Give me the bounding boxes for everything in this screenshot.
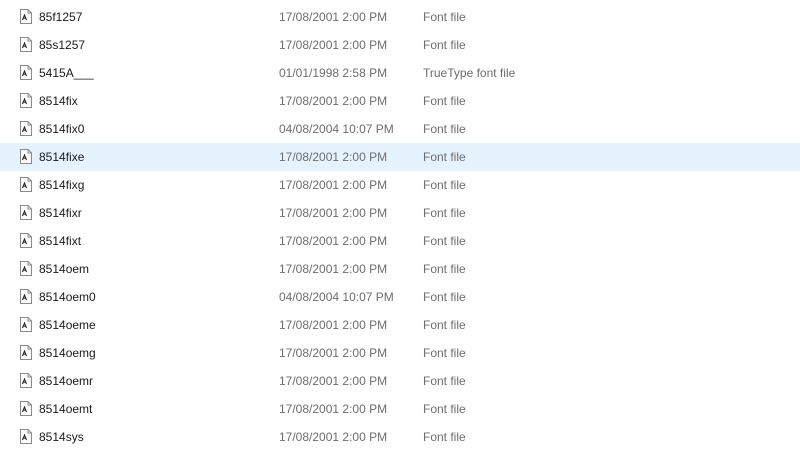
file-name: 8514fix: [39, 94, 78, 108]
font-file-icon: [19, 65, 33, 80]
file-name: 8514fixt: [39, 234, 82, 248]
file-type: Font file: [423, 10, 466, 24]
font-file-icon: [19, 345, 33, 360]
file-name: 85f1257: [39, 10, 83, 24]
file-type: Font file: [423, 150, 466, 164]
file-row[interactable]: 8514fixt 17/08/2001 2:00 PM Font file: [0, 227, 800, 255]
file-date-modified: 17/08/2001 2:00 PM: [279, 10, 388, 24]
font-file-icon: [19, 233, 33, 248]
file-row[interactable]: 8514oemg 17/08/2001 2:00 PM Font file: [0, 339, 800, 367]
file-row[interactable]: 8514fixr 17/08/2001 2:00 PM Font file: [0, 199, 800, 227]
font-file-icon: [19, 205, 33, 220]
file-date-modified: 17/08/2001 2:00 PM: [279, 374, 388, 388]
file-row[interactable]: 8514fix 17/08/2001 2:00 PM Font file: [0, 87, 800, 115]
file-type: Font file: [423, 290, 466, 304]
file-date-modified: 17/08/2001 2:00 PM: [279, 94, 388, 108]
file-type: Font file: [423, 374, 466, 388]
file-name: 8514sys: [39, 430, 84, 444]
file-name: 8514oemr: [39, 374, 94, 388]
font-file-icon: [19, 401, 33, 416]
file-type: Font file: [423, 122, 466, 136]
file-type: Font file: [423, 178, 466, 192]
file-name: 5415A___: [39, 66, 94, 80]
file-date-modified: 17/08/2001 2:00 PM: [279, 178, 388, 192]
file-row[interactable]: 85s1257 17/08/2001 2:00 PM Font file: [0, 31, 800, 59]
file-row[interactable]: 8514oeme 17/08/2001 2:00 PM Font file: [0, 311, 800, 339]
file-row[interactable]: 8514fix0 04/08/2004 10:07 PM Font file: [0, 115, 800, 143]
font-file-icon: [19, 37, 33, 52]
file-row[interactable]: 8514oemr 17/08/2001 2:00 PM Font file: [0, 367, 800, 395]
file-date-modified: 17/08/2001 2:00 PM: [279, 38, 388, 52]
file-row[interactable]: 8514sys 17/08/2001 2:00 PM Font file: [0, 423, 800, 451]
file-type: Font file: [423, 206, 466, 220]
font-file-icon: [19, 177, 33, 192]
file-name: 8514oem: [39, 262, 90, 276]
file-name: 8514oem0: [39, 290, 96, 304]
file-date-modified: 04/08/2004 10:07 PM: [279, 290, 394, 304]
file-name: 8514fixg: [39, 178, 85, 192]
file-name: 85s1257: [39, 38, 86, 52]
file-date-modified: 17/08/2001 2:00 PM: [279, 318, 388, 332]
font-file-icon: [19, 9, 33, 24]
font-file-icon: [19, 261, 33, 276]
file-date-modified: 04/08/2004 10:07 PM: [279, 122, 394, 136]
file-name: 8514oemg: [39, 346, 96, 360]
file-date-modified: 17/08/2001 2:00 PM: [279, 234, 388, 248]
file-date-modified: 17/08/2001 2:00 PM: [279, 206, 388, 220]
font-file-icon: [19, 429, 33, 444]
file-type: Font file: [423, 94, 466, 108]
font-file-icon: [19, 121, 33, 136]
file-type: TrueType font file: [423, 66, 516, 80]
font-file-icon: [19, 289, 33, 304]
file-name: 8514fix0: [39, 122, 85, 136]
file-type: Font file: [423, 318, 466, 332]
file-name: 8514fixr: [39, 206, 82, 220]
file-type: Font file: [423, 234, 466, 248]
file-list: 85f1257 17/08/2001 2:00 PM Font file 85s…: [0, 3, 800, 451]
file-date-modified: 17/08/2001 2:00 PM: [279, 346, 388, 360]
file-row[interactable]: 8514oem 17/08/2001 2:00 PM Font file: [0, 255, 800, 283]
file-name: 8514oeme: [39, 318, 96, 332]
file-row[interactable]: 5415A___ 01/01/1998 2:58 PM TrueType fon…: [0, 59, 800, 87]
file-row[interactable]: 8514oemt 17/08/2001 2:00 PM Font file: [0, 395, 800, 423]
file-type: Font file: [423, 346, 466, 360]
file-type: Font file: [423, 262, 466, 276]
font-file-icon: [19, 317, 33, 332]
font-file-icon: [19, 373, 33, 388]
font-file-icon: [19, 93, 33, 108]
file-type: Font file: [423, 402, 466, 416]
file-date-modified: 17/08/2001 2:00 PM: [279, 150, 388, 164]
file-row[interactable]: 8514fixe 17/08/2001 2:00 PM Font file: [0, 143, 800, 171]
file-type: Font file: [423, 38, 466, 52]
file-date-modified: 17/08/2001 2:00 PM: [279, 262, 388, 276]
font-file-icon: [19, 149, 33, 164]
file-name: 8514oemt: [39, 402, 93, 416]
file-date-modified: 17/08/2001 2:00 PM: [279, 402, 388, 416]
file-row[interactable]: 8514oem0 04/08/2004 10:07 PM Font file: [0, 283, 800, 311]
file-name: 8514fixe: [39, 150, 85, 164]
file-type: Font file: [423, 430, 466, 444]
file-row[interactable]: 8514fixg 17/08/2001 2:00 PM Font file: [0, 171, 800, 199]
file-date-modified: 01/01/1998 2:58 PM: [279, 66, 388, 80]
file-row[interactable]: 85f1257 17/08/2001 2:00 PM Font file: [0, 3, 800, 31]
file-date-modified: 17/08/2001 2:00 PM: [279, 430, 388, 444]
